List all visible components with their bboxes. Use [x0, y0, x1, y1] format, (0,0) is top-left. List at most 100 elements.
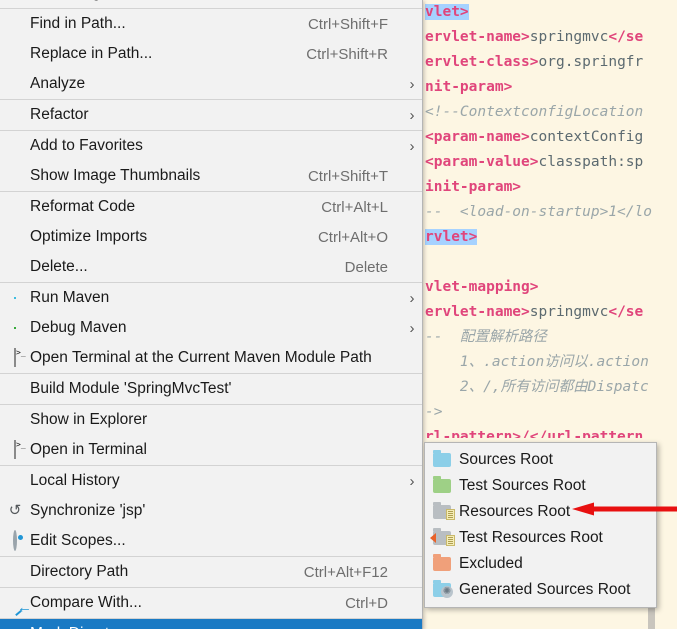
menu-item-shortcut: Ctrl+Alt+F12	[304, 564, 402, 581]
submenu-item-resources-root[interactable]: Resources Root	[425, 499, 656, 525]
menu-item-label: Run Maven	[30, 289, 388, 307]
submenu-item-excluded[interactable]: Excluded	[425, 551, 656, 577]
menu-item-label: Show Image Thumbnails	[30, 167, 308, 185]
menu-item-open-terminal-maven[interactable]: Open Terminal at the Current Maven Modul…	[0, 343, 422, 373]
menu-item-optimize-imports[interactable]: Optimize ImportsCtrl+Alt+O	[0, 222, 422, 252]
menu-item-icon-slot	[0, 343, 30, 373]
code-line: 1、.action访问以.action	[425, 350, 677, 375]
menu-item-debug-maven[interactable]: Debug Maven›	[0, 313, 422, 343]
menu-item-label: Local History	[30, 472, 388, 490]
mark-directory-as-submenu[interactable]: Sources RootTest Sources Root Resources R…	[424, 442, 657, 608]
code-token: </se	[608, 304, 643, 320]
code-token: org.springfr	[539, 54, 644, 70]
menu-item-show-in-explorer[interactable]: Show in Explorer	[0, 405, 422, 435]
menu-item-label: Open Terminal at the Current Maven Modul…	[30, 349, 388, 367]
menu-item-label: Mark Directory as	[30, 625, 388, 629]
code-token: <param-name>	[425, 129, 530, 145]
code-line: <param-value>classpath:sp	[425, 150, 677, 175]
folder-gray-test-resources-icon	[425, 531, 459, 545]
menu-item-label: Edit Scopes...	[30, 532, 388, 550]
menu-item-icon-slot	[0, 557, 30, 587]
menu-item-shortcut: Ctrl+Shift+R	[306, 46, 402, 63]
code-token: vlet>	[425, 4, 469, 20]
code-token: nit-param>	[425, 79, 512, 95]
chevron-right-icon: ›	[402, 138, 422, 155]
menu-item-label: Add to Favorites	[30, 137, 388, 155]
code-line: vlet-mapping>	[425, 275, 677, 300]
menu-item-shortcut: Ctrl+Alt+L	[321, 199, 402, 216]
menu-item-refactor[interactable]: Refactor›	[0, 100, 422, 130]
menu-item-directory-path[interactable]: Directory PathCtrl+Alt+F12	[0, 557, 422, 587]
menu-item-analyze[interactable]: Analyze›	[0, 69, 422, 99]
menu-item-find-usages[interactable]: Find UsagesAlt+F7	[0, 0, 422, 8]
code-token: </se	[608, 29, 643, 45]
context-menu[interactable]: Find UsagesAlt+F7Find in Path...Ctrl+Shi…	[0, 0, 423, 629]
menu-item-icon-slot	[0, 39, 30, 69]
submenu-item-label: Generated Sources Root	[459, 581, 630, 599]
folder-generated-icon: ✺	[425, 583, 459, 597]
folder-gray-resources-icon	[425, 505, 459, 519]
code-line: ->	[425, 400, 677, 425]
menu-item-icon-slot	[0, 0, 30, 8]
menu-item-icon-slot	[0, 619, 30, 629]
menu-item-icon-slot	[0, 283, 30, 313]
code-token: ervlet-class>	[425, 54, 539, 70]
screenshot-root: vlet>ervlet-name>springmvc</seervlet-cla…	[0, 0, 677, 629]
code-token: ervlet-name>	[425, 29, 530, 45]
menu-item-edit-scopes[interactable]: Edit Scopes...	[0, 526, 422, 556]
menu-item-icon-slot	[0, 69, 30, 99]
scope-icon	[13, 532, 17, 550]
menu-item-build-module[interactable]: Build Module 'SpringMvcTest'	[0, 374, 422, 404]
submenu-item-test-resources-root[interactable]: Test Resources Root	[425, 525, 656, 551]
menu-item-shortcut: Ctrl+D	[345, 595, 402, 612]
menu-item-local-history[interactable]: Local History ›	[0, 466, 422, 496]
folder-blue-icon	[425, 453, 459, 467]
menu-item-icon-slot	[0, 100, 30, 130]
menu-item-replace-in-path[interactable]: Replace in Path...Ctrl+Shift+R	[0, 39, 422, 69]
code-token: 2、/,所有访问都由Dispatc	[425, 379, 649, 395]
code-token: contextConfig	[530, 129, 644, 145]
chevron-right-icon: ›	[402, 626, 422, 629]
code-token: <!--ContextconfigLocation	[425, 104, 643, 120]
code-token: ->	[425, 404, 442, 420]
menu-item-reformat-code[interactable]: Reformat CodeCtrl+Alt+L	[0, 192, 422, 222]
menu-item-open-in-terminal[interactable]: Open in Terminal	[0, 435, 422, 465]
submenu-item-generated-sources-root[interactable]: ✺Generated Sources Root	[425, 577, 656, 603]
code-line: <!--ContextconfigLocation	[425, 100, 677, 125]
menu-item-label: Replace in Path...	[30, 45, 306, 63]
menu-item-synchronize-jsp[interactable]: ↺Synchronize 'jsp'	[0, 496, 422, 526]
code-token: springmvc	[530, 29, 609, 45]
submenu-item-test-sources-root[interactable]: Test Sources Root	[425, 473, 656, 499]
chevron-right-icon: ›	[402, 76, 422, 93]
menu-item-icon-slot	[0, 252, 30, 282]
menu-item-add-to-favorites[interactable]: Add to Favorites ›	[0, 131, 422, 161]
menu-item-icon-slot	[0, 222, 30, 252]
menu-item-show-image-thumbnails[interactable]: Show Image ThumbnailsCtrl+Shift+T	[0, 161, 422, 191]
menu-item-shortcut: Delete	[345, 259, 402, 276]
code-token: <param-value>	[425, 154, 539, 170]
chevron-right-icon: ›	[402, 320, 422, 337]
menu-item-label: Show in Explorer	[30, 411, 388, 429]
menu-item-icon-slot	[0, 405, 30, 435]
menu-item-icon-slot	[0, 466, 30, 496]
menu-item-mark-directory-as[interactable]: Mark Directory as ›	[0, 619, 422, 629]
menu-item-delete[interactable]: Delete...Delete	[0, 252, 422, 282]
code-line: -- 配置解析路径	[425, 325, 677, 350]
menu-item-find-in-path[interactable]: Find in Path...Ctrl+Shift+F	[0, 9, 422, 39]
code-token: classpath:sp	[539, 154, 644, 170]
menu-item-label: Find in Path...	[30, 15, 308, 33]
menu-item-icon-slot	[0, 192, 30, 222]
menu-item-icon-slot	[0, 374, 30, 404]
menu-item-compare-with[interactable]: Compare With...Ctrl+D	[0, 588, 422, 618]
menu-item-label: Refactor	[30, 106, 388, 124]
code-token: -- 配置解析路径	[425, 329, 547, 345]
sync-icon: ↺	[9, 502, 22, 520]
menu-item-icon-slot	[0, 588, 30, 618]
chevron-right-icon: ›	[402, 473, 422, 490]
code-token: init-param>	[425, 179, 521, 195]
terminal-icon	[14, 349, 16, 367]
menu-item-run-maven[interactable]: Run Maven›	[0, 283, 422, 313]
submenu-item-label: Resources Root	[459, 503, 570, 521]
menu-item-label: Delete...	[30, 258, 345, 276]
submenu-item-sources-root[interactable]: Sources Root	[425, 447, 656, 473]
